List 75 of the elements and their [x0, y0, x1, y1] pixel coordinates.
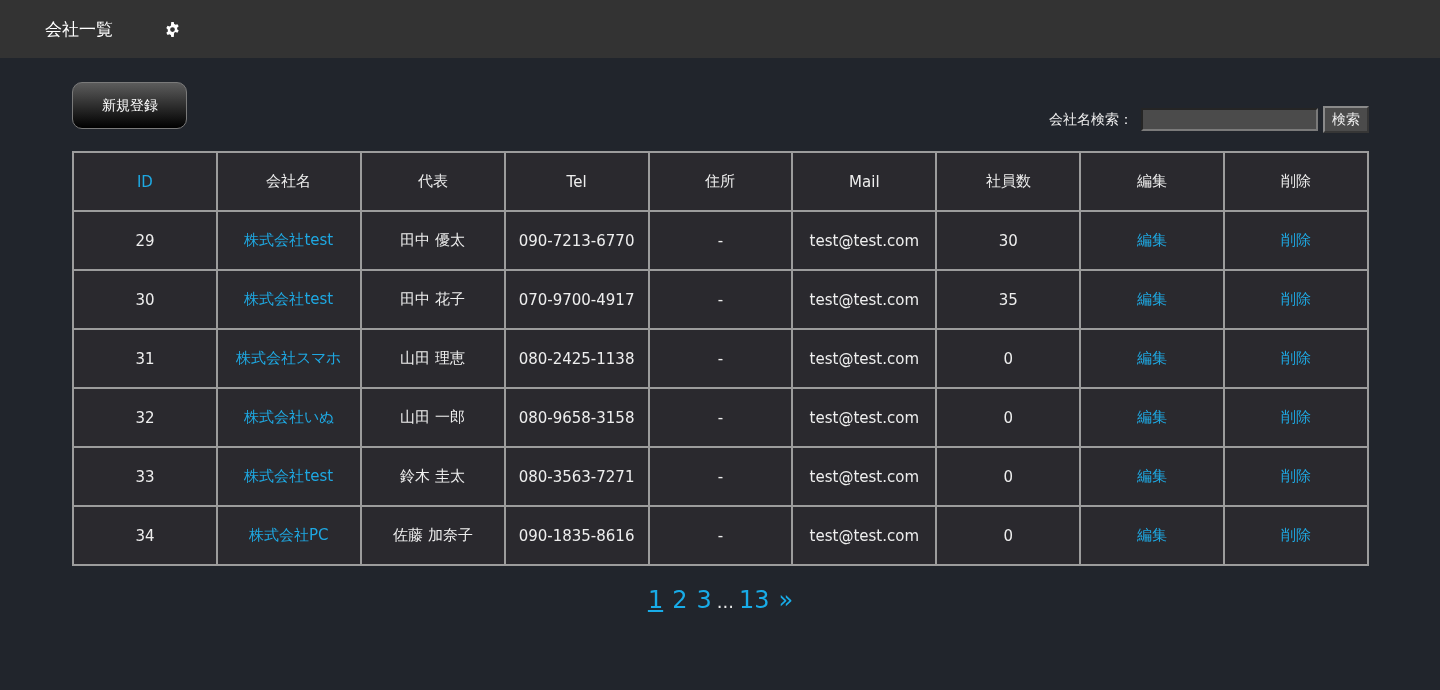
- table-link[interactable]: 編集: [1137, 526, 1168, 544]
- sort-link[interactable]: ID: [136, 172, 153, 191]
- search-field[interactable]: [1141, 108, 1318, 131]
- table-cell: -: [648, 447, 793, 506]
- table-cell: 30: [73, 270, 217, 329]
- column-header: 会社名: [216, 152, 361, 211]
- next-page-link[interactable]: »: [778, 586, 794, 614]
- table-link[interactable]: 削除: [1281, 349, 1311, 367]
- table-link[interactable]: 株式会社いぬ: [243, 408, 334, 426]
- table-cell: 35: [936, 270, 1081, 329]
- table-cell: 0: [936, 388, 1081, 447]
- table-cell: test@test.com: [792, 388, 937, 447]
- page-link[interactable]: 2: [672, 586, 688, 614]
- table-cell: test@test.com: [792, 447, 937, 506]
- table-cell: 鈴木 圭太: [360, 447, 505, 506]
- table-link[interactable]: 株式会社PC: [249, 526, 329, 544]
- table-cell: 0: [936, 447, 1081, 506]
- table-link[interactable]: 編集: [1137, 408, 1168, 426]
- column-header: Mail: [792, 152, 937, 211]
- table-cell: 080-3563-7271: [504, 447, 649, 506]
- table-link[interactable]: 株式会社test: [244, 467, 334, 485]
- table-cell: 田中 優太: [360, 211, 505, 270]
- search-button[interactable]: 検索: [1323, 106, 1369, 133]
- page-link[interactable]: 3: [696, 586, 712, 614]
- column-header: Tel: [504, 152, 649, 211]
- table-cell: 33: [73, 447, 217, 506]
- new-button[interactable]: 新規登録: [72, 82, 187, 129]
- column-header: 社員数: [936, 152, 1081, 211]
- table-cell: 32: [73, 388, 217, 447]
- table-cell: test@test.com: [792, 270, 937, 329]
- table-cell: -: [648, 270, 793, 329]
- table-link[interactable]: 編集: [1137, 231, 1168, 249]
- column-header: 編集: [1080, 152, 1224, 211]
- table-link[interactable]: 編集: [1137, 349, 1168, 367]
- table-cell: 30: [936, 211, 1081, 270]
- table-cell: -: [648, 211, 793, 270]
- table-cell: 080-9658-3158: [504, 388, 649, 447]
- table-link[interactable]: 削除: [1281, 290, 1311, 308]
- settings-icon[interactable]: [165, 21, 180, 37]
- table-cell: 31: [73, 329, 217, 388]
- table-cell: test@test.com: [792, 211, 937, 270]
- table-cell: test@test.com: [792, 329, 937, 388]
- table-cell: 山田 理恵: [360, 329, 505, 388]
- table-cell: 田中 花子: [360, 270, 505, 329]
- table-link[interactable]: 株式会社test: [244, 231, 334, 249]
- table-link[interactable]: 削除: [1281, 231, 1311, 249]
- table-link[interactable]: 削除: [1281, 408, 1311, 426]
- ellipsis-text: ...: [716, 591, 734, 612]
- table-cell: 34: [73, 506, 217, 565]
- table-cell: 0: [936, 506, 1081, 565]
- table-cell: -: [648, 329, 793, 388]
- table-cell: 080-2425-1138: [504, 329, 649, 388]
- page-link[interactable]: 13: [738, 586, 770, 614]
- table-link[interactable]: 削除: [1281, 526, 1311, 544]
- table-cell: 山田 一郎: [360, 388, 505, 447]
- table-link[interactable]: 編集: [1137, 467, 1168, 485]
- table-cell: 0: [936, 329, 1081, 388]
- table-cell: 29: [73, 211, 217, 270]
- column-header: 代表: [360, 152, 505, 211]
- page-link[interactable]: 1: [647, 586, 664, 614]
- column-header: 住所: [648, 152, 793, 211]
- table-cell: -: [648, 506, 793, 565]
- table-cell: 090-7213-6770: [504, 211, 649, 270]
- table-link[interactable]: 株式会社test: [244, 290, 334, 308]
- column-header: 削除: [1224, 152, 1368, 211]
- table-cell: 090-1835-8616: [504, 506, 649, 565]
- table-cell: test@test.com: [792, 506, 937, 565]
- table-cell: 佐藤 加奈子: [360, 506, 505, 565]
- table-link[interactable]: 編集: [1137, 290, 1168, 308]
- page-title: 会社一覧: [45, 17, 113, 41]
- table-link[interactable]: 株式会社スマホ: [236, 349, 342, 367]
- search-label: 会社名検索：: [1049, 110, 1133, 129]
- table-cell: 070-9700-4917: [504, 270, 649, 329]
- table-cell: -: [648, 388, 793, 447]
- table-link[interactable]: 削除: [1281, 467, 1311, 485]
